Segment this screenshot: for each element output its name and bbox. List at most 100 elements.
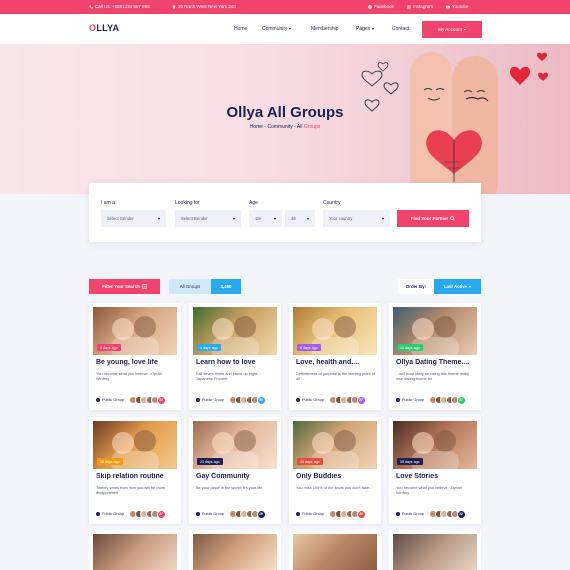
nav-home[interactable]: Home: [234, 26, 247, 32]
group-card[interactable]: 8 days ago Love, health and.... Definitene…: [289, 303, 381, 410]
member-avatars[interactable]: 59: [229, 395, 266, 405]
group-type: Public Group: [96, 398, 124, 402]
group-card[interactable]: 21 days ago Gay Community Be your place in…: [189, 417, 281, 524]
globe-icon: [396, 512, 400, 516]
address-text: 30 North West New York 240: [178, 4, 236, 9]
group-type: Public Group: [196, 398, 224, 402]
group-type-label: Public Group: [102, 398, 124, 402]
breadcrumb: Home - Community - All Groups: [0, 124, 570, 130]
member-avatars[interactable]: 32: [129, 395, 166, 405]
looking-select[interactable]: Select Gender: [175, 210, 241, 227]
date-badge: 8 days ago: [297, 344, 321, 351]
group-card[interactable]: 2 days ago Be young, love life You become …: [89, 303, 181, 410]
chevron-down-icon: [158, 217, 160, 220]
group-type-label: Public Group: [302, 512, 324, 516]
group-type: Public Group: [396, 398, 424, 402]
group-title[interactable]: Love, health and....: [296, 359, 380, 366]
group-title[interactable]: Love Stories: [396, 473, 480, 480]
instagram-label: Instagram: [413, 4, 434, 9]
age-from-select[interactable]: 18+: [249, 210, 282, 227]
member-avatars[interactable]: 29: [229, 509, 266, 519]
globe-icon: [96, 512, 100, 516]
member-avatars[interactable]: 17: [429, 395, 466, 405]
group-card[interactable]: 4 days ago Learn how to love Fall seven ti…: [189, 303, 281, 410]
group-title[interactable]: Only Buddies: [296, 473, 380, 480]
group-title[interactable]: Ollya Dating Theme....: [396, 359, 480, 366]
group-type: Public Group: [396, 512, 424, 516]
facebook-icon: [368, 4, 372, 9]
nav-community[interactable]: Community: [262, 26, 291, 32]
logo-text: LLYA: [96, 23, 120, 33]
iam-value: Select Gender: [107, 216, 134, 221]
nav-membership-label: Membership: [311, 26, 339, 32]
group-card[interactable]: 24 days ago Only Buddies You miss 100% of …: [289, 417, 381, 524]
age-label: Age: [249, 200, 258, 206]
group-image: [93, 534, 177, 570]
group-type-label: Public Group: [402, 398, 424, 402]
chevron-down-icon: [233, 217, 235, 220]
instagram-icon: [407, 4, 411, 9]
member-avatars[interactable]: 22: [429, 509, 466, 519]
nav-contact-label: Contact: [392, 26, 410, 32]
filter-search-button[interactable]: Filter Your Search: [89, 279, 160, 294]
all-groups-count: 3,450: [211, 279, 241, 294]
group-description: Be your place in the world; it's your li…: [196, 485, 264, 490]
age-from-value: 18+: [255, 216, 263, 221]
group-description: ...will most likely be using this theme …: [396, 371, 470, 381]
group-title[interactable]: Skip relation routine: [96, 473, 180, 480]
logo[interactable]: OLLYA: [89, 23, 119, 33]
hero-banner: Ollya All Groups Home - Community - All …: [0, 44, 570, 194]
date-badge: 12 days ago: [397, 344, 423, 351]
group-image: [293, 534, 377, 570]
iam-label: I am a: [101, 200, 115, 206]
youtube-link[interactable]: Youtube: [446, 4, 468, 9]
filter-icon: [141, 284, 147, 289]
group-description: You miss 100% of the shots you don't tak…: [296, 485, 371, 490]
country-label: Country: [323, 200, 341, 206]
find-partner-button[interactable]: Find Your Partner: [397, 210, 469, 227]
search-icon: [450, 216, 456, 221]
country-select[interactable]: Your country: [323, 210, 390, 227]
looking-value: Select Gender: [181, 216, 208, 221]
breadcrumb-path[interactable]: Home - Community - All: [250, 124, 304, 130]
youtube-icon: [446, 5, 450, 8]
find-partner-label: Find Your Partner: [410, 216, 449, 221]
member-avatars[interactable]: 27: [129, 509, 166, 519]
nav-pages[interactable]: Pages: [356, 26, 374, 32]
nav-membership[interactable]: Membership: [311, 26, 339, 32]
search-panel: I am a Select Gender Looking for Select …: [89, 183, 481, 242]
country-value: Your country: [329, 216, 353, 221]
iam-select[interactable]: Select Gender: [101, 210, 166, 227]
all-groups-tab[interactable]: All Groups 3,450: [169, 279, 241, 294]
group-card-partial[interactable]: [289, 530, 381, 570]
globe-icon: [396, 398, 400, 402]
member-avatars[interactable]: 27: [329, 395, 366, 405]
group-card-partial[interactable]: [89, 530, 181, 570]
group-title[interactable]: Learn how to love: [196, 359, 280, 366]
group-card[interactable]: 16 days ago Skip relation routine Twenty y…: [89, 417, 181, 524]
group-title[interactable]: Be young, love life: [96, 359, 180, 366]
order-by-select[interactable]: Last Active: [434, 279, 481, 294]
group-description: Fall seven times and stand up eight. -Ja…: [196, 371, 261, 381]
all-groups-label: All Groups: [169, 279, 211, 294]
nav-contact[interactable]: Contact: [392, 26, 409, 32]
group-type: Public Group: [196, 512, 224, 516]
group-description: Definiteness of purpose is the starting …: [296, 371, 375, 381]
group-card[interactable]: 30 days ago Love Stories You become what y…: [389, 417, 481, 524]
member-count: 32: [156, 395, 166, 405]
group-title[interactable]: Gay Community: [196, 473, 280, 480]
call-info: Call Us: +0881234 567 890: [89, 4, 150, 9]
group-card-partial[interactable]: [189, 530, 281, 570]
group-card-partial[interactable]: [389, 530, 481, 570]
group-image: [393, 534, 477, 570]
facebook-link[interactable]: Facebook: [368, 4, 394, 9]
instagram-link[interactable]: Instagram: [407, 4, 433, 9]
group-card[interactable]: 12 days ago Ollya Dating Theme.... ...will…: [389, 303, 481, 410]
member-avatars[interactable]: 29: [329, 509, 366, 519]
my-account-button[interactable]: My Account: [422, 21, 482, 38]
facebook-label: Facebook: [374, 4, 394, 9]
chevron-down-icon: [274, 217, 276, 220]
age-to-select[interactable]: 48: [285, 210, 315, 227]
group-image: [193, 534, 277, 570]
member-count: 22: [456, 509, 466, 519]
